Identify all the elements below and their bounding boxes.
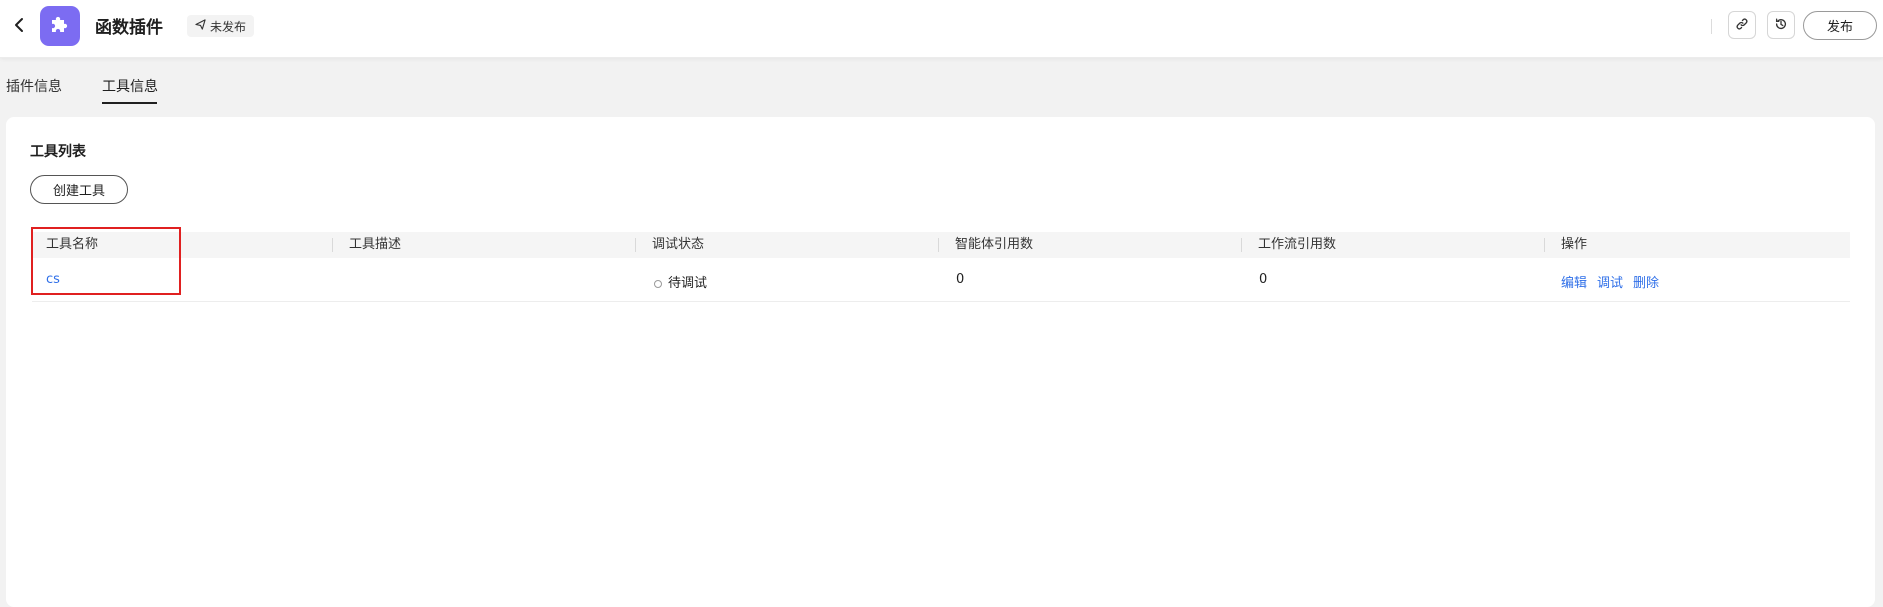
column-separator: [1241, 238, 1242, 252]
puzzle-icon: [48, 12, 72, 40]
back-button[interactable]: [8, 16, 30, 38]
publish-button[interactable]: 发布: [1803, 11, 1877, 40]
tools-panel: [6, 117, 1875, 607]
column-header-agent-refs: 智能体引用数: [955, 237, 1034, 252]
history-icon: [1774, 16, 1788, 35]
table-row: cs 待调试 0 0 编辑 调试 删除: [32, 260, 1850, 302]
link-icon: [1735, 16, 1749, 35]
agent-ref-count: 0: [956, 272, 965, 287]
history-button[interactable]: [1767, 11, 1795, 39]
status-circle-icon: [654, 279, 662, 288]
tool-name-link[interactable]: cs: [46, 272, 60, 287]
send-icon: [195, 19, 206, 33]
status-badge: 未发布: [187, 15, 255, 37]
workflow-ref-count: 0: [1259, 272, 1268, 287]
create-tool-button[interactable]: 创建工具: [30, 175, 128, 204]
section-title: 工具列表: [30, 144, 86, 160]
column-header-debug-status: 调试状态: [652, 237, 705, 252]
column-header-workflow-refs: 工作流引用数: [1258, 237, 1337, 252]
debug-status-text: 待调试: [668, 276, 708, 291]
column-separator: [938, 238, 939, 252]
tab-tool-info[interactable]: 工具信息: [102, 76, 158, 96]
column-separator: [1544, 238, 1545, 252]
debug-status: 待调试: [654, 272, 707, 291]
table-header: 工具名称 工具描述 调试状态 智能体引用数 工作流引用数 操作: [32, 232, 1850, 258]
edit-action[interactable]: 编辑: [1561, 272, 1587, 291]
delete-action[interactable]: 删除: [1633, 272, 1659, 291]
app-logo: [40, 6, 80, 46]
column-separator: [332, 238, 333, 252]
tab-plugin-info[interactable]: 插件信息: [6, 76, 62, 96]
active-tab-indicator: [102, 102, 157, 104]
top-header: 函数插件 未发布 发布: [0, 0, 1883, 58]
chevron-left-icon: [12, 17, 26, 37]
column-header-description: 工具描述: [349, 237, 402, 252]
status-text: 未发布: [210, 19, 247, 34]
debug-action[interactable]: 调试: [1597, 272, 1623, 291]
header-divider: [1711, 19, 1712, 34]
column-header-actions: 操作: [1561, 237, 1588, 252]
page-title: 函数插件: [95, 18, 163, 38]
column-header-name: 工具名称: [46, 237, 99, 252]
copy-link-button[interactable]: [1728, 11, 1756, 39]
column-separator: [635, 238, 636, 252]
